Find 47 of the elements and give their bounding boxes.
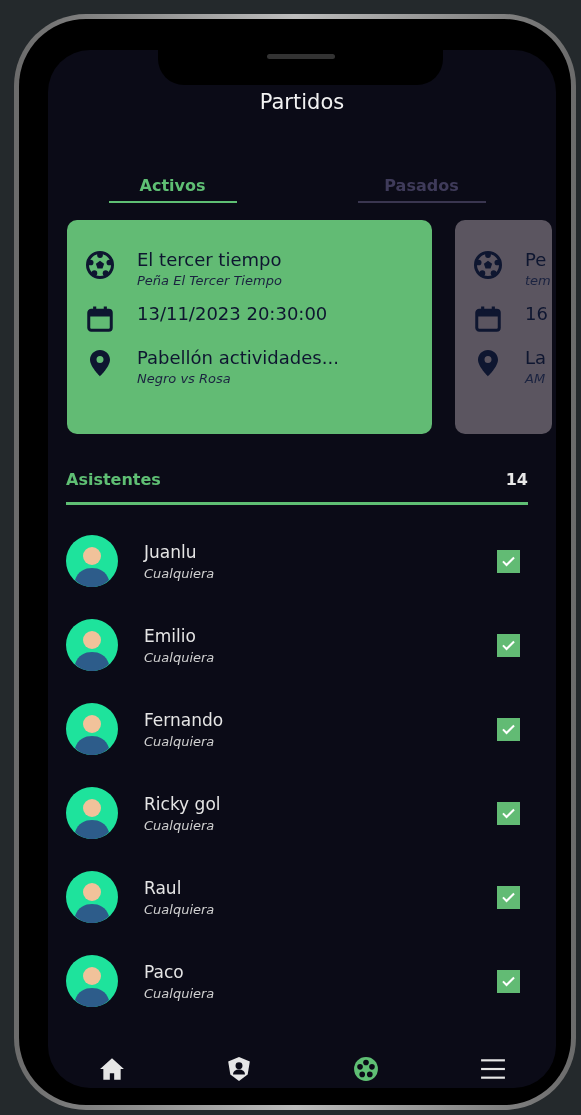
player-name: Juanlu xyxy=(144,541,198,562)
player-name: Fernando xyxy=(144,709,225,730)
attendance-checkbox[interactable] xyxy=(497,549,520,573)
player-name: Ricky gol xyxy=(144,793,222,814)
soccer-ball-icon xyxy=(473,250,503,280)
match-name: Pe xyxy=(525,248,548,272)
venue-name: Pabellón actividades... xyxy=(137,346,339,370)
player-name: Raul xyxy=(144,877,183,898)
attendance-checkbox[interactable] xyxy=(497,633,520,657)
attendee-count: 14 xyxy=(505,470,528,489)
player-position: Cualquiera xyxy=(144,985,216,1001)
player-position: Cualquiera xyxy=(144,901,216,917)
player-name: Emilio xyxy=(144,625,197,646)
attendance-checkbox[interactable] xyxy=(497,969,520,993)
home-icon[interactable] xyxy=(98,1056,125,1082)
attendance-checkbox[interactable] xyxy=(497,885,520,909)
avatar xyxy=(66,619,118,671)
match-date: 16 xyxy=(525,302,548,326)
tab[interactable]: Activos xyxy=(108,176,237,203)
venue-name: La xyxy=(525,346,547,370)
player-position: Cualquiera xyxy=(144,817,216,833)
match-teams: AM xyxy=(525,370,547,388)
match-date: 13/11/2023 20:30:00 xyxy=(137,302,328,326)
player-position: Cualquiera xyxy=(144,733,216,749)
avatar xyxy=(66,787,118,839)
calendar-icon xyxy=(473,304,503,334)
avatar xyxy=(66,955,118,1007)
attendance-checkbox[interactable] xyxy=(497,717,520,741)
page-title: Partidos xyxy=(258,90,346,114)
avatar xyxy=(66,535,118,587)
attendance-checkbox[interactable] xyxy=(497,801,520,825)
section-title: Asistentes xyxy=(66,470,161,489)
player-name: Paco xyxy=(144,961,185,982)
soccer-ball-icon xyxy=(85,250,115,280)
soccer-ball-icon[interactable] xyxy=(352,1056,379,1082)
match-card[interactable]: El tercer tiempo Peña El Tercer Tiempo 13/11/2023 20:30:00 Pabellón actividades... Negro vs Rosa xyxy=(67,220,432,434)
player-position: Cualquiera xyxy=(144,565,216,581)
team-name: Peña El Tercer Tiempo xyxy=(137,272,282,290)
menu-icon[interactable] xyxy=(479,1056,506,1082)
avatar xyxy=(66,871,118,923)
team-name: tem xyxy=(525,272,551,290)
calendar-icon xyxy=(85,304,115,334)
match-name: El tercer tiempo xyxy=(137,248,282,272)
player-position: Cualquiera xyxy=(144,649,216,665)
user-badge-icon[interactable] xyxy=(225,1056,252,1082)
avatar xyxy=(66,703,118,755)
match-teams: Negro vs Rosa xyxy=(137,370,232,388)
